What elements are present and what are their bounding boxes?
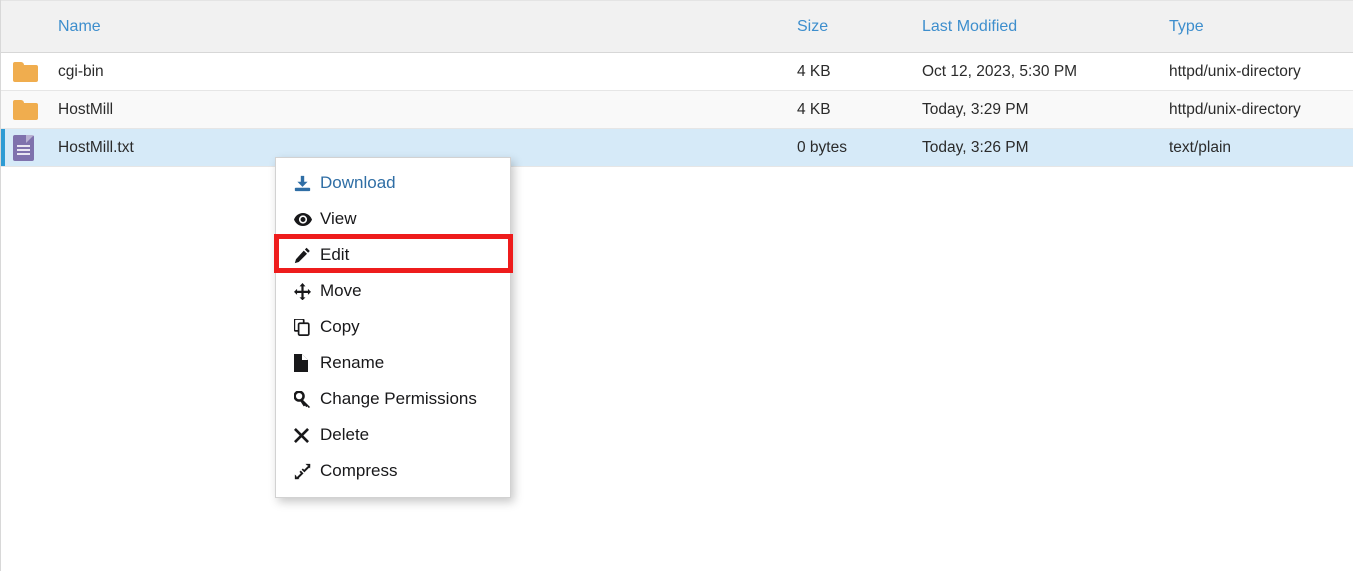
context-menu-item-compress[interactable]: Compress [276, 453, 510, 489]
table-row[interactable]: HostMill 4 KB Today, 3:29 PM httpd/unix-… [1, 90, 1353, 129]
context-menu-item-download-label: Download [320, 173, 396, 192]
key-icon [294, 390, 318, 408]
file-modified-cell: Oct 12, 2023, 5:30 PM [898, 52, 1150, 91]
context-menu-item-move-label: Move [320, 281, 362, 300]
context-menu-item-rename-label: Rename [320, 353, 385, 372]
context-menu-item-compress-label: Compress [320, 461, 398, 480]
copy-icon [294, 318, 318, 336]
folder-icon [13, 61, 38, 82]
column-header-type-label[interactable]: Type [1169, 18, 1204, 36]
file-manager-pane: Name Size Last Modified Type cgi-bin 4 K… [0, 0, 1353, 571]
column-header-size[interactable]: Size [775, 0, 898, 53]
file-modified-cell: Today, 3:29 PM [898, 90, 1150, 129]
file-size-cell: 4 KB [775, 52, 898, 91]
header-icon-spacer [1, 0, 53, 53]
context-menu-item-delete-label: Delete [320, 425, 370, 444]
arrows-move-icon [294, 282, 318, 300]
context-menu-item-move[interactable]: Move [276, 273, 510, 309]
column-header-name[interactable]: Name [53, 0, 775, 53]
file-name-cell[interactable]: HostMill [53, 90, 775, 129]
file-size-cell: 0 bytes [775, 128, 898, 167]
context-menu-item-view-label: View [320, 209, 357, 228]
table-row-selected[interactable]: HostMill.txt 0 bytes Today, 3:26 PM text… [1, 128, 1353, 167]
column-header-last-modified-label[interactable]: Last Modified [922, 18, 1017, 36]
file-modified-cell: Today, 3:26 PM [898, 128, 1150, 167]
context-menu-item-change-permissions-label: Change Permissions [320, 389, 477, 408]
row-icon-cell [1, 128, 53, 167]
row-icon-cell [1, 90, 53, 129]
file-icon [294, 354, 318, 372]
folder-icon [13, 99, 38, 120]
context-menu-item-copy[interactable]: Copy [276, 309, 510, 345]
context-menu-item-change-permissions[interactable]: Change Permissions [276, 381, 510, 417]
context-menu-item-download[interactable]: Download [276, 165, 510, 201]
column-header-name-label[interactable]: Name [58, 18, 101, 36]
context-menu-item-edit-label: Edit [320, 245, 350, 264]
file-list-header: Name Size Last Modified Type [1, 0, 1353, 53]
file-type-cell: httpd/unix-directory [1150, 52, 1353, 91]
context-menu-item-delete[interactable]: Delete [276, 417, 510, 453]
table-row[interactable]: cgi-bin 4 KB Oct 12, 2023, 5:30 PM httpd… [1, 52, 1353, 91]
file-context-menu: Download View Edit Move Copy Rename Chan… [275, 157, 511, 498]
download-icon [294, 175, 318, 192]
column-header-size-label[interactable]: Size [797, 18, 828, 36]
file-type-cell: httpd/unix-directory [1150, 90, 1353, 129]
file-size-cell: 4 KB [775, 90, 898, 129]
compress-icon [294, 463, 318, 480]
column-header-last-modified[interactable]: Last Modified [898, 0, 1150, 53]
row-icon-cell [1, 52, 53, 91]
pencil-icon [294, 247, 318, 264]
file-type-cell: text/plain [1150, 128, 1353, 167]
text-file-icon [13, 134, 34, 161]
file-name-cell[interactable]: cgi-bin [53, 52, 775, 91]
file-list-table: Name Size Last Modified Type cgi-bin 4 K… [1, 0, 1353, 167]
times-icon [294, 427, 318, 443]
context-menu-item-copy-label: Copy [320, 317, 360, 336]
eye-icon [294, 211, 318, 228]
context-menu-item-rename[interactable]: Rename [276, 345, 510, 381]
context-menu-item-view[interactable]: View [276, 201, 510, 237]
context-menu-item-edit[interactable]: Edit [276, 237, 510, 273]
file-list-body: cgi-bin 4 KB Oct 12, 2023, 5:30 PM httpd… [1, 52, 1353, 167]
column-header-type[interactable]: Type [1150, 0, 1353, 53]
header-row: Name Size Last Modified Type [1, 0, 1353, 53]
